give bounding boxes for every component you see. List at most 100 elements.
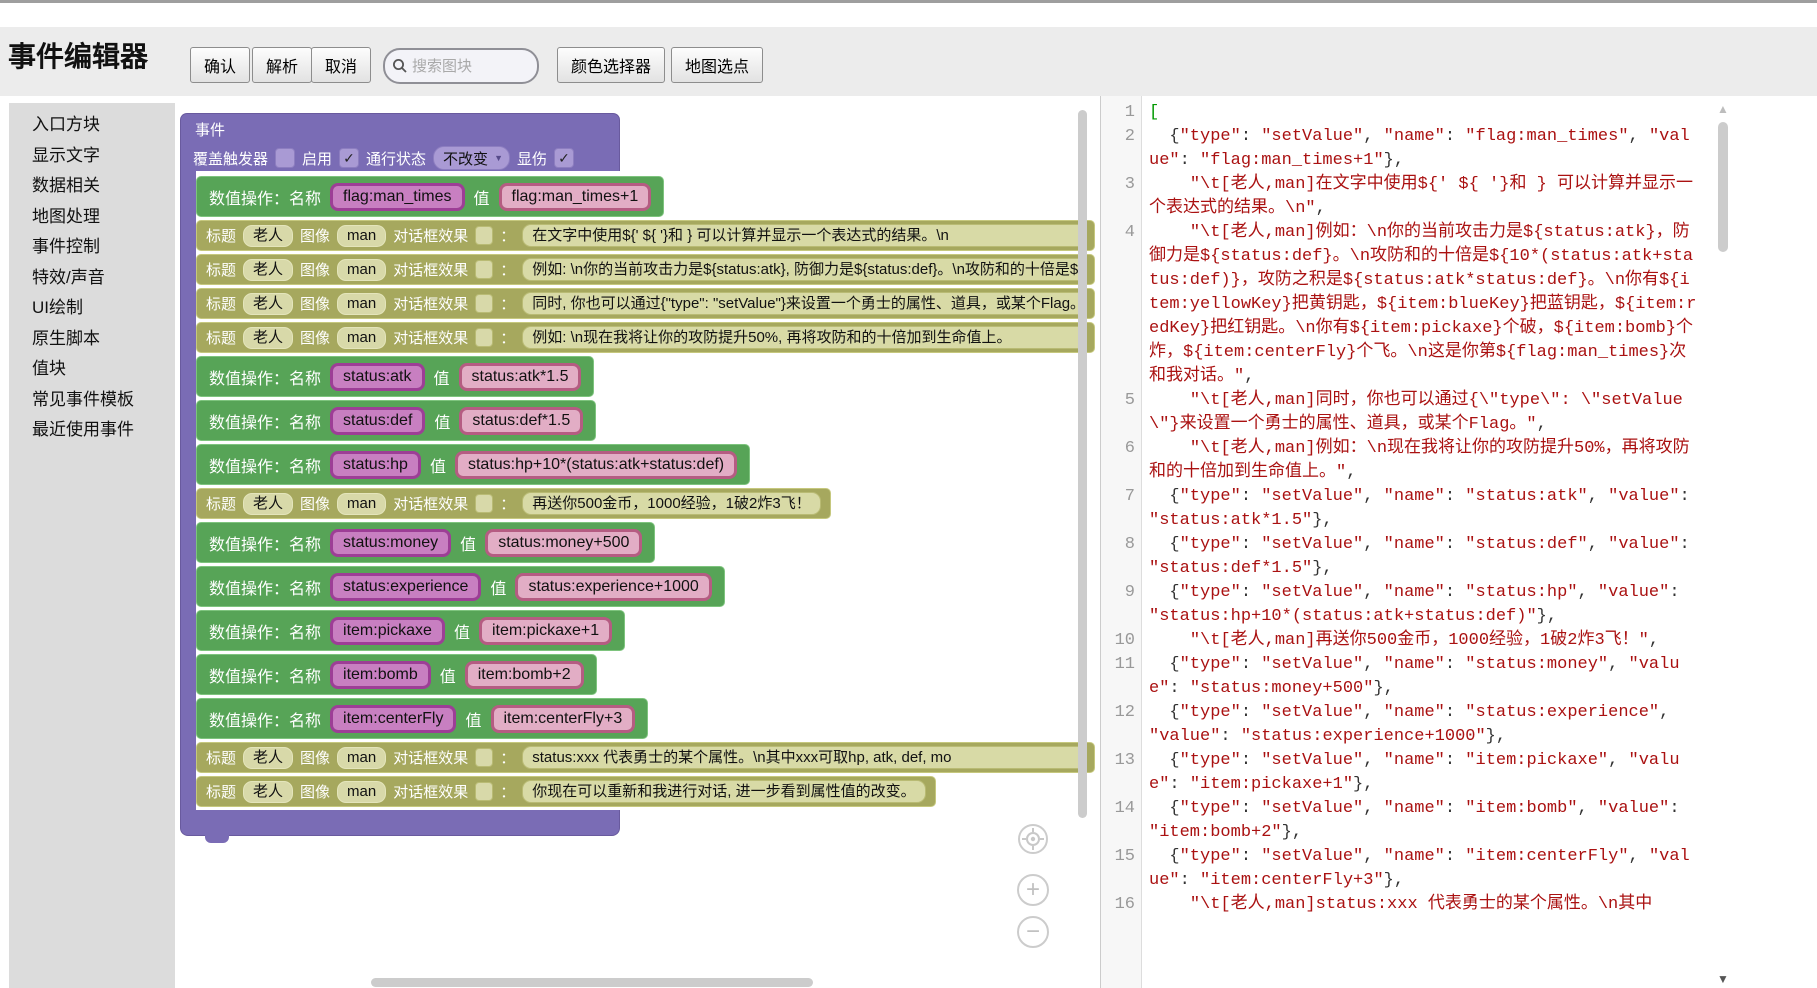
image-pill[interactable]: man [337, 327, 386, 349]
speaker-pill[interactable]: 老人 [243, 259, 293, 281]
code-panel[interactable]: 1[2 {"type": "setValue", "name": "flag:m… [1100, 96, 1731, 988]
dialog-effect-checkbox[interactable] [475, 782, 493, 801]
display-damage-checkbox[interactable]: ✓ [554, 148, 574, 168]
setvalue-block[interactable]: 数值操作：名称status:def值status:def*1.5 [196, 400, 596, 441]
image-pill[interactable]: man [337, 225, 386, 247]
speaker-pill[interactable]: 老人 [243, 225, 293, 247]
scroll-up-icon[interactable]: ▲ [1717, 102, 1729, 116]
value-pill[interactable]: status:def*1.5 [459, 407, 583, 435]
setvalue-block[interactable]: 数值操作：名称item:pickaxe值item:pickaxe+1 [196, 610, 625, 651]
sidebar-item-5[interactable]: 事件控制 [9, 232, 175, 263]
zoom-out-button[interactable]: − [1017, 916, 1049, 948]
setvalue-block[interactable]: 数值操作：名称status:atk值status:atk*1.5 [196, 356, 594, 397]
map-pick-button[interactable]: 地图选点 [671, 47, 763, 83]
code-content[interactable]: {"type": "setValue", "name": "flag:man_t… [1141, 125, 1699, 173]
code-content[interactable]: {"type": "setValue", "name": "status:def… [1141, 533, 1699, 581]
image-pill[interactable]: man [337, 259, 386, 281]
value-pill[interactable]: status:hp+10*(status:atk+status:def) [455, 451, 737, 479]
cover-trigger-checkbox[interactable] [275, 148, 295, 168]
value-pill[interactable]: status:atk*1.5 [459, 363, 582, 391]
dialog-effect-checkbox[interactable] [475, 260, 493, 279]
code-content[interactable]: {"type": "setValue", "name": "item:picka… [1141, 749, 1699, 797]
dialog-effect-checkbox[interactable] [475, 294, 493, 313]
sidebar-item-2[interactable]: 显示文字 [9, 141, 175, 172]
dialog-effect-checkbox[interactable] [475, 328, 493, 347]
text-block[interactable]: 标题老人图像man对话框效果：例如: \n你的当前攻击力是${status:at… [196, 254, 1095, 285]
code-content[interactable]: {"type": "setValue", "name": "status:mon… [1141, 653, 1699, 701]
value-pill[interactable]: status:money+500 [485, 529, 642, 557]
name-pill[interactable]: item:bomb [330, 661, 431, 689]
name-pill[interactable]: status:atk [330, 363, 424, 391]
dialog-effect-checkbox[interactable] [475, 494, 493, 513]
name-pill[interactable]: status:money [330, 529, 451, 557]
name-pill[interactable]: status:hp [330, 451, 421, 479]
text-field[interactable]: 再送你500金币，1000经验，1破2炸3飞！ [522, 492, 820, 515]
code-content[interactable]: {"type": "setValue", "name": "item:cente… [1141, 845, 1699, 893]
pass-state-dropdown[interactable]: 不改变 ▼ [433, 146, 510, 170]
image-pill[interactable]: man [337, 747, 386, 769]
code-scrollbar[interactable]: ▲ ▼ [1715, 96, 1731, 988]
speaker-pill[interactable]: 老人 [243, 747, 293, 769]
zoom-reset-button[interactable] [1018, 824, 1048, 854]
zoom-in-button[interactable]: + [1017, 874, 1049, 906]
text-block[interactable]: 标题老人图像man对话框效果：status:xxx 代表勇士的某个属性。\n其中… [196, 742, 1095, 773]
setvalue-block[interactable]: 数值操作：名称status:hp值status:hp+10*(status:at… [196, 444, 750, 485]
text-field[interactable]: 同时, 你也可以通过{"type": "setValue"}来设置一个勇士的属性… [522, 292, 1085, 315]
name-pill[interactable]: status:experience [330, 573, 481, 601]
image-pill[interactable]: man [337, 781, 386, 803]
setvalue-block[interactable]: 数值操作：名称status:money值status:money+500 [196, 522, 655, 563]
code-content[interactable]: "\t[老人,man]status:xxx 代表勇士的某个属性。\n其中 [1141, 893, 1699, 917]
code-content[interactable]: {"type": "setValue", "name": "status:exp… [1141, 701, 1699, 749]
sidebar-item-3[interactable]: 数据相关 [9, 171, 175, 202]
name-pill[interactable]: flag:man_times [330, 183, 465, 211]
text-block[interactable]: 标题老人图像man对话框效果：再送你500金币，1000经验，1破2炸3飞！ [196, 488, 831, 519]
text-block[interactable]: 标题老人图像man对话框效果：在文字中使用${' ${ '}和 } 可以计算并显… [196, 220, 1095, 251]
speaker-pill[interactable]: 老人 [243, 293, 293, 315]
speaker-pill[interactable]: 老人 [243, 493, 293, 515]
sidebar-item-8[interactable]: 原生脚本 [9, 324, 175, 355]
text-field[interactable]: 在文字中使用${' ${ '}和 } 可以计算并显示一个表达式的结果。\n [522, 224, 1085, 247]
code-scroll-thumb[interactable] [1718, 122, 1728, 252]
code-content[interactable]: "\t[老人,man]在文字中使用${' ${ '}和 } 可以计算并显示一个表… [1141, 173, 1699, 221]
code-content[interactable]: {"type": "setValue", "name": "status:hp"… [1141, 581, 1699, 629]
name-pill[interactable]: status:def [330, 407, 425, 435]
speaker-pill[interactable]: 老人 [243, 327, 293, 349]
value-pill[interactable]: flag:man_times+1 [499, 183, 652, 211]
image-pill[interactable]: man [337, 493, 386, 515]
confirm-button[interactable]: 确认 [190, 47, 250, 83]
text-field[interactable]: 例如: \n现在我将让你的攻防提升50%, 再将攻防和的十倍加到生命值上。 [522, 326, 1085, 349]
code-content[interactable]: "\t[老人,man]同时，你也可以通过{\"type\": \"setValu… [1141, 389, 1699, 437]
code-content[interactable]: {"type": "setValue", "name": "item:bomb"… [1141, 797, 1699, 845]
value-pill[interactable]: status:experience+1000 [515, 573, 711, 601]
sidebar-item-1[interactable]: 入口方块 [9, 110, 175, 141]
scroll-down-icon[interactable]: ▼ [1717, 972, 1729, 986]
value-pill[interactable]: item:pickaxe+1 [479, 617, 612, 645]
event-block-header[interactable]: 事件 覆盖触发器 启用 ✓ 通行状态 不改变 ▼ 显伤 ✓ [180, 113, 620, 171]
sidebar-item-6[interactable]: 特效/声音 [9, 263, 175, 294]
search-input[interactable] [410, 57, 524, 76]
setvalue-block[interactable]: 数值操作：名称item:centerFly值item:centerFly+3 [196, 698, 648, 739]
sidebar-item-7[interactable]: UI绘制 [9, 293, 175, 324]
value-pill[interactable]: item:bomb+2 [465, 661, 584, 689]
search-box[interactable] [383, 48, 539, 84]
color-picker-button[interactable]: 颜色选择器 [557, 47, 665, 83]
code-content[interactable]: {"type": "setValue", "name": "status:atk… [1141, 485, 1699, 533]
code-content[interactable]: "\t[老人,man]再送你500金币，1000经验，1破2炸3飞！", [1141, 629, 1699, 653]
dialog-effect-checkbox[interactable] [475, 226, 493, 245]
sidebar-item-4[interactable]: 地图处理 [9, 202, 175, 233]
canvas-vertical-scrollbar[interactable] [1078, 110, 1087, 818]
setvalue-block[interactable]: 数值操作：名称status:experience值status:experien… [196, 566, 725, 607]
dialog-effect-checkbox[interactable] [475, 748, 493, 767]
text-field[interactable]: 你现在可以重新和我进行对话, 进一步看到属性值的改变。 [522, 780, 925, 803]
parse-button[interactable]: 解析 [252, 47, 312, 83]
setvalue-block[interactable]: 数值操作：名称flag:man_times值flag:man_times+1 [196, 176, 664, 217]
workspace-canvas[interactable]: 事件 覆盖触发器 启用 ✓ 通行状态 不改变 ▼ 显伤 ✓ 数值操作：名称fla… [175, 96, 1095, 988]
cancel-button[interactable]: 取消 [311, 47, 371, 83]
name-pill[interactable]: item:pickaxe [330, 617, 445, 645]
speaker-pill[interactable]: 老人 [243, 781, 293, 803]
value-pill[interactable]: item:centerFly+3 [491, 705, 636, 733]
text-block[interactable]: 标题老人图像man对话框效果：同时, 你也可以通过{"type": "setVa… [196, 288, 1095, 319]
code-content[interactable]: "\t[老人,man]例如：\n现在我将让你的攻防提升50%，再将攻防和的十倍加… [1141, 437, 1699, 485]
code-content[interactable]: "\t[老人,man]例如：\n你的当前攻击力是${status:atk}，防御… [1141, 221, 1699, 389]
code-content[interactable]: [ [1141, 101, 1699, 125]
